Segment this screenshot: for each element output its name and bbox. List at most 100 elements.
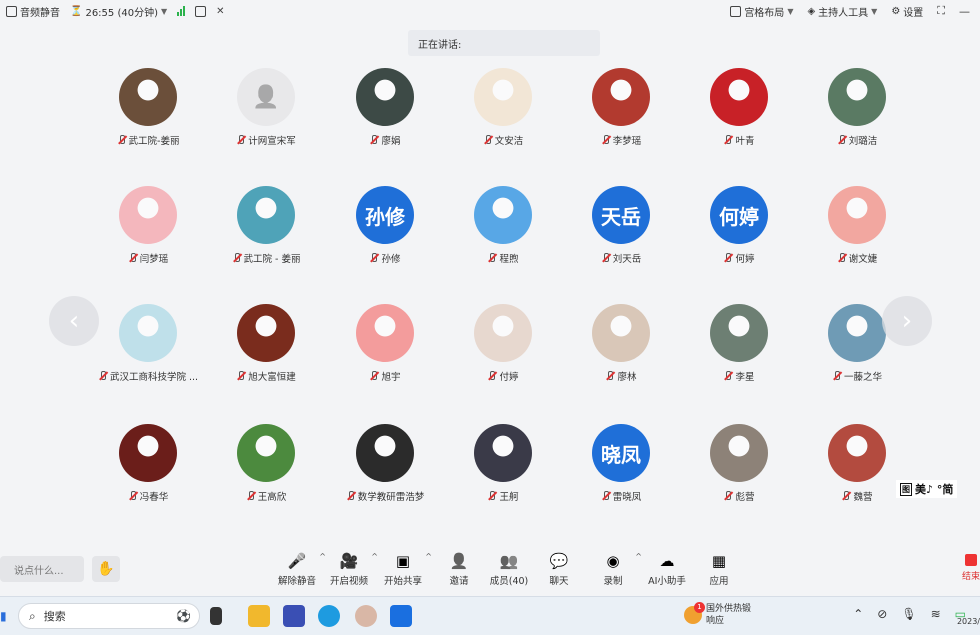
- microphone-icon[interactable]: 🎙: [901, 607, 916, 621]
- participant-tile[interactable]: 程煦: [443, 186, 563, 286]
- participant-tile[interactable]: 叶青: [679, 68, 799, 168]
- end-meeting-button[interactable]: 结束: [962, 554, 980, 582]
- raise-hand-button[interactable]: ✋: [92, 556, 120, 582]
- toolbar-share-button[interactable]: ▣ 开始共享 ^: [372, 552, 434, 587]
- store-icon[interactable]: [283, 605, 305, 627]
- minimize-icon[interactable]: —: [959, 5, 970, 18]
- toolbar-video-off-button[interactable]: 🎥 开启视频 ^: [318, 552, 380, 587]
- participant-tile[interactable]: 魏营: [797, 424, 917, 524]
- toolbar-button-label: 开始共享: [383, 576, 422, 587]
- participant-tile[interactable]: 李星: [679, 304, 799, 404]
- participant-name-row: 李梦瑶: [601, 133, 641, 147]
- participant-name-row: 叶青: [723, 133, 755, 147]
- participant-avatar: [710, 424, 768, 482]
- popout-icon[interactable]: [195, 5, 207, 17]
- participant-avatar: 天岳: [592, 186, 650, 244]
- chat-input[interactable]: 说点什么...: [0, 556, 84, 582]
- participant-tile[interactable]: 旭大富恒建: [206, 304, 326, 404]
- toolbar-button-label: 解除静音: [277, 576, 316, 587]
- mic-muted-icon: [487, 491, 496, 501]
- fullscreen-icon[interactable]: ⛶: [937, 4, 945, 18]
- participant-name-row: 文安洁: [483, 133, 524, 147]
- participant-tile[interactable]: 廖林: [561, 304, 681, 404]
- participant-name: 雷晓凤: [612, 492, 642, 503]
- participant-tile[interactable]: 王高欣: [206, 424, 326, 524]
- mic-muted-icon: [837, 253, 846, 263]
- mic-muted-icon: [487, 253, 496, 263]
- search-highlight-icon: ⚽: [176, 609, 191, 623]
- participant-tile[interactable]: 武工院-姜丽: [88, 68, 208, 168]
- participant-name-row: 旭大富恒建: [236, 369, 296, 383]
- wifi-icon[interactable]: ≋: [931, 607, 941, 621]
- participant-tile[interactable]: 数学教研雷浩梦: [325, 424, 445, 524]
- participant-tile[interactable]: 付婷: [443, 304, 563, 404]
- participant-tile[interactable]: 武工院 - 姜丽: [206, 186, 326, 286]
- participant-name: 王高欣: [257, 492, 287, 503]
- watermark: 图 美♪ °简: [896, 480, 958, 498]
- participant-tile[interactable]: 文安洁: [443, 68, 563, 168]
- windows-start-icon[interactable]: ▮: [0, 609, 10, 623]
- chevron-up-icon[interactable]: ⌃: [853, 607, 863, 621]
- participant-name-row: 付婷: [487, 369, 519, 383]
- participant-tile[interactable]: 谢文婕: [797, 186, 917, 286]
- settings-button[interactable]: ⚙ 设置: [891, 4, 923, 19]
- participant-tile[interactable]: 闫梦瑶: [88, 186, 208, 286]
- toolbar-button-label: 聊天: [549, 576, 569, 587]
- end-meeting-label: 结束: [962, 572, 980, 582]
- participant-name-row: 闫梦瑶: [128, 251, 168, 265]
- mic-muted-icon: [601, 491, 610, 501]
- toolbar-record-button[interactable]: ◉ 录制 ^: [582, 552, 644, 587]
- next-page-button[interactable]: ›: [882, 296, 932, 346]
- file-explorer-icon[interactable]: [248, 605, 270, 627]
- apps-icon: ▦: [711, 552, 727, 570]
- user-app-icon[interactable]: [355, 605, 377, 627]
- layout-menu[interactable]: 宫格布局 ▼: [730, 4, 793, 19]
- participant-name: 李星: [735, 372, 755, 383]
- participant-tile[interactable]: 李梦瑶: [561, 68, 681, 168]
- toolbar-button-label: 成员(40): [489, 576, 529, 587]
- taskbar-notification[interactable]: 1 国外供热锻 响应: [684, 602, 751, 627]
- task-view-icon[interactable]: [210, 607, 222, 625]
- participant-name-row: 廖娟: [369, 133, 401, 147]
- participant-tile[interactable]: 彪营: [679, 424, 799, 524]
- search-icon: ⌕: [29, 608, 36, 623]
- participant-tile[interactable]: 晓凤 雷晓凤: [561, 424, 681, 524]
- mic-muted-icon: [346, 491, 355, 501]
- meeting-app-icon[interactable]: [390, 605, 412, 627]
- participant-tile[interactable]: 旭宇: [325, 304, 445, 404]
- participant-name-row: 雷晓凤: [601, 489, 642, 503]
- participant-name-row: 冯春华: [128, 489, 168, 503]
- network-status-icon[interactable]: ⊘: [877, 607, 887, 621]
- participant-name: 付婷: [499, 372, 519, 383]
- participant-tile[interactable]: 刘璐洁: [797, 68, 917, 168]
- toolbar-chat-button[interactable]: 💬 聊天: [528, 552, 590, 587]
- participant-name-row: 何婷: [723, 251, 755, 265]
- prev-page-button[interactable]: ‹: [49, 296, 99, 346]
- participant-tile[interactable]: 👤 计网宣宋军: [206, 68, 326, 168]
- toolbar-apps-button[interactable]: ▦ 应用: [688, 552, 750, 587]
- participant-tile[interactable]: 王舸: [443, 424, 563, 524]
- meeting-timer[interactable]: ⏳ 26:55 (40分钟) ▼: [70, 4, 167, 19]
- audio-status[interactable]: 音频静音: [6, 4, 60, 19]
- participant-tile[interactable]: 孙修 孙修: [325, 186, 445, 286]
- host-tools-menu[interactable]: ◈ 主持人工具 ▼: [807, 4, 877, 19]
- participant-avatar: [828, 424, 886, 482]
- members-icon: 👥: [499, 552, 519, 570]
- participant-tile[interactable]: 冯春华: [88, 424, 208, 524]
- participant-avatar: [710, 304, 768, 362]
- shield-icon: ◈: [807, 5, 816, 17]
- signal-strength-icon[interactable]: [177, 6, 186, 16]
- participant-tile[interactable]: 何婷 何婷: [679, 186, 799, 286]
- participant-tile[interactable]: 天岳 刘天岳: [561, 186, 681, 286]
- participant-tile[interactable]: 武汉工商科技学院 ...: [88, 304, 208, 404]
- participant-avatar: [474, 304, 532, 362]
- edge-browser-icon[interactable]: [318, 605, 340, 627]
- participant-name: 文安洁: [494, 136, 524, 147]
- participant-tile[interactable]: 廖娟: [325, 68, 445, 168]
- timer-icon: ⏳: [70, 5, 83, 17]
- taskbar-search[interactable]: ⌕ 搜索 ⚽: [18, 603, 200, 629]
- mic-muted-icon[interactable]: ✕: [216, 6, 224, 17]
- chevron-down-icon: ▼: [787, 6, 794, 16]
- mic-muted-icon: [601, 135, 610, 145]
- speaking-label: 正在讲话:: [418, 39, 462, 51]
